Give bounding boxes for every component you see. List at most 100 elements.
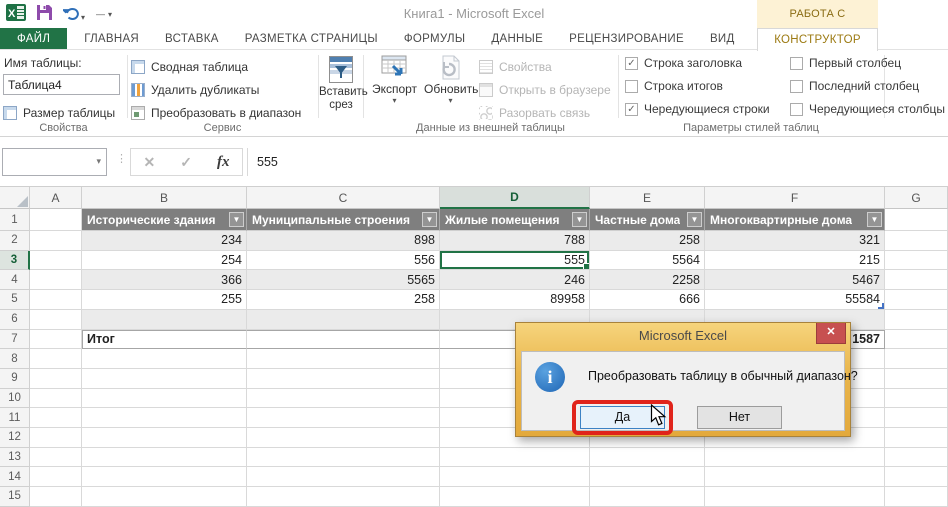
- tab-review[interactable]: РЕЦЕНЗИРОВАНИЕ: [556, 28, 697, 49]
- cell-G5[interactable]: [885, 290, 948, 310]
- cell-C14[interactable]: [247, 467, 440, 487]
- cell-C2[interactable]: 898: [247, 231, 440, 251]
- cell-D3[interactable]: 555: [440, 251, 590, 271]
- row-header-5[interactable]: 5: [0, 290, 30, 310]
- cell-D1[interactable]: Жилые помещения▼: [440, 209, 590, 231]
- cell-A3[interactable]: [30, 251, 82, 271]
- tab-view[interactable]: ВИД: [697, 28, 748, 49]
- cell-A2[interactable]: [30, 231, 82, 251]
- tab-file[interactable]: ФАЙЛ: [0, 28, 67, 49]
- checkbox-box[interactable]: ✓: [625, 103, 638, 116]
- cell-E15[interactable]: [590, 487, 705, 507]
- tab-design-active[interactable]: КОНСТРУКТОР: [757, 28, 878, 51]
- tab-formulas[interactable]: ФОРМУЛЫ: [391, 28, 479, 49]
- cell-B4[interactable]: 366: [82, 270, 247, 290]
- cell-G4[interactable]: [885, 270, 948, 290]
- cancel-button[interactable]: ✕: [144, 154, 156, 171]
- checkbox-box[interactable]: [790, 103, 803, 116]
- formula-bar-value[interactable]: 555: [247, 148, 948, 176]
- row-header-6[interactable]: 6: [0, 310, 30, 330]
- cell-A4[interactable]: [30, 270, 82, 290]
- cell-C4[interactable]: 5565: [247, 270, 440, 290]
- cell-F5[interactable]: 55584: [705, 290, 885, 310]
- column-header-E[interactable]: E: [590, 187, 705, 209]
- enter-button[interactable]: ✓: [180, 154, 192, 171]
- banded-rows-checkbox[interactable]: ✓Чередующиеся строки: [625, 102, 770, 116]
- cell-E1[interactable]: Частные дома▼: [590, 209, 705, 231]
- cell-E3[interactable]: 5564: [590, 251, 705, 271]
- name-box[interactable]: ▾: [2, 148, 107, 176]
- checkbox-box[interactable]: [790, 80, 803, 93]
- name-box-dropdown-icon[interactable]: ▾: [96, 156, 101, 167]
- cell-F1[interactable]: Многоквартирные дома▼: [705, 209, 885, 231]
- resize-table-button[interactable]: Размер таблицы: [3, 101, 125, 124]
- cell-G14[interactable]: [885, 467, 948, 487]
- cell-G11[interactable]: [885, 408, 948, 428]
- cell-D15[interactable]: [440, 487, 590, 507]
- filter-button[interactable]: ▼: [687, 212, 702, 227]
- dialog-close-button[interactable]: ✕: [816, 323, 846, 344]
- row-header-8[interactable]: 8: [0, 349, 30, 369]
- cell-A10[interactable]: [30, 389, 82, 409]
- cell-G6[interactable]: [885, 310, 948, 330]
- pivot-table-button[interactable]: Сводная таблица: [131, 55, 301, 78]
- cell-A12[interactable]: [30, 428, 82, 448]
- tab-data[interactable]: ДАННЫЕ: [478, 28, 556, 49]
- cell-G8[interactable]: [885, 349, 948, 369]
- cell-C7[interactable]: [247, 330, 440, 350]
- cell-E4[interactable]: 2258: [590, 270, 705, 290]
- total-row-checkbox[interactable]: Строка итогов: [625, 79, 723, 93]
- table-name-input[interactable]: [3, 74, 120, 95]
- cell-C11[interactable]: [247, 408, 440, 428]
- cell-C3[interactable]: 556: [247, 251, 440, 271]
- no-button[interactable]: Нет: [697, 406, 782, 429]
- filter-button[interactable]: ▼: [422, 212, 437, 227]
- checkbox-box[interactable]: ✓: [625, 57, 638, 70]
- cell-E5[interactable]: 666: [590, 290, 705, 310]
- first-column-checkbox[interactable]: Первый столбец: [790, 56, 901, 70]
- fill-handle[interactable]: [583, 263, 589, 269]
- insert-function-button[interactable]: fx: [217, 154, 230, 171]
- column-header-F[interactable]: F: [705, 187, 885, 209]
- cell-F4[interactable]: 5467: [705, 270, 885, 290]
- cell-C10[interactable]: [247, 389, 440, 409]
- cell-G13[interactable]: [885, 448, 948, 468]
- cell-D14[interactable]: [440, 467, 590, 487]
- column-header-A[interactable]: A: [30, 187, 82, 209]
- cell-D2[interactable]: 788: [440, 231, 590, 251]
- cell-B9[interactable]: [82, 369, 247, 389]
- cell-C15[interactable]: [247, 487, 440, 507]
- cell-B10[interactable]: [82, 389, 247, 409]
- cell-D4[interactable]: 246: [440, 270, 590, 290]
- row-header-15[interactable]: 15: [0, 487, 30, 507]
- cell-F2[interactable]: 321: [705, 231, 885, 251]
- table-resize-handle[interactable]: [878, 303, 884, 309]
- cell-C8[interactable]: [247, 349, 440, 369]
- row-header-13[interactable]: 13: [0, 448, 30, 468]
- cell-A13[interactable]: [30, 448, 82, 468]
- cell-B5[interactable]: 255: [82, 290, 247, 310]
- cell-B14[interactable]: [82, 467, 247, 487]
- convert-to-range-button[interactable]: Преобразовать в диапазон: [131, 101, 301, 124]
- select-all-corner[interactable]: [0, 187, 30, 209]
- cell-B3[interactable]: 254: [82, 251, 247, 271]
- cell-F14[interactable]: [705, 467, 885, 487]
- refresh-dropdown-icon[interactable]: ▾: [424, 96, 477, 105]
- cell-F13[interactable]: [705, 448, 885, 468]
- cell-C9[interactable]: [247, 369, 440, 389]
- filter-button[interactable]: ▼: [867, 212, 882, 227]
- filter-button[interactable]: ▼: [572, 212, 587, 227]
- cell-G15[interactable]: [885, 487, 948, 507]
- cell-G12[interactable]: [885, 428, 948, 448]
- cell-A5[interactable]: [30, 290, 82, 310]
- cell-G2[interactable]: [885, 231, 948, 251]
- cell-G7[interactable]: [885, 330, 948, 350]
- export-button[interactable]: Экспорт ▾: [367, 55, 422, 105]
- cell-E2[interactable]: 258: [590, 231, 705, 251]
- row-header-9[interactable]: 9: [0, 369, 30, 389]
- cell-A1[interactable]: [30, 209, 82, 231]
- last-column-checkbox[interactable]: Последний столбец: [790, 79, 919, 93]
- cell-B6[interactable]: [82, 310, 247, 330]
- cell-B13[interactable]: [82, 448, 247, 468]
- cell-C1[interactable]: Муниципальные строения▼: [247, 209, 440, 231]
